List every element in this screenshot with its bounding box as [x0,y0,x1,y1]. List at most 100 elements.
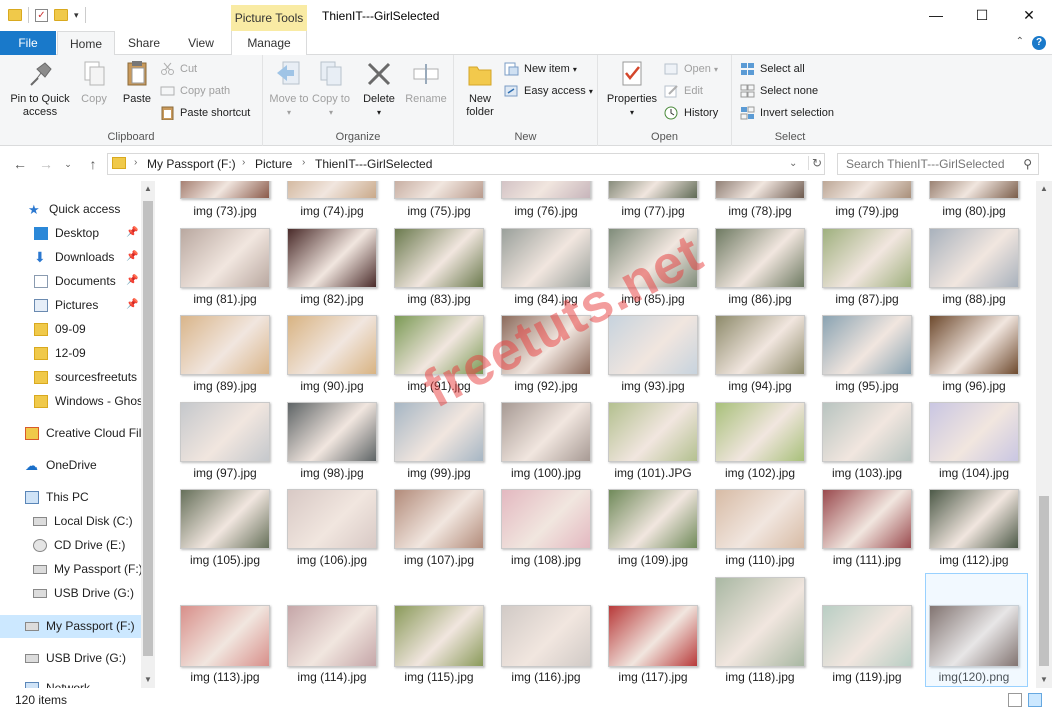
image-thumbnail[interactable] [287,228,377,288]
image-thumbnail[interactable] [287,315,377,375]
image-thumbnail[interactable] [608,181,698,199]
breadcrumb-my-passport[interactable]: My Passport (F:) [147,157,236,171]
image-thumbnail[interactable] [929,489,1019,549]
scroll-down-icon[interactable]: ▼ [141,672,155,688]
image-thumbnail[interactable] [394,489,484,549]
nav-documents[interactable]: Documents 📌 [34,270,140,292]
breadcrumb-chevron-icon[interactable]: › [242,157,245,168]
scroll-up-icon[interactable]: ▲ [141,181,155,197]
recent-locations-chevron-icon[interactable]: ⌄ [58,154,78,174]
image-thumbnail[interactable] [929,228,1019,288]
image-thumbnail[interactable] [715,402,805,462]
image-thumbnail[interactable] [501,605,591,667]
back-arrow-icon[interactable]: ← [10,154,30,174]
tab-file[interactable]: File [0,31,56,55]
image-thumbnail[interactable] [929,315,1019,375]
forward-arrow-icon[interactable]: → [36,154,56,174]
up-arrow-icon[interactable]: ↑ [83,154,103,174]
image-thumbnail[interactable] [608,402,698,462]
image-thumbnail[interactable] [822,402,912,462]
invert-selection-button[interactable]: Invert selection [740,103,834,123]
image-thumbnail[interactable] [394,402,484,462]
image-thumbnail[interactable] [287,181,377,199]
minimize-button[interactable]: — [913,0,959,31]
properties-qat-icon[interactable]: ✓ [35,8,48,22]
image-thumbnail[interactable] [715,577,805,667]
breadcrumb-chevron-icon[interactable]: › [134,157,137,168]
image-thumbnail[interactable] [394,181,484,199]
copy-button[interactable]: Copy [76,59,112,106]
address-dropdown-chevron-icon[interactable]: ⌄ [789,158,797,169]
move-to-button[interactable]: Move to ▾ [269,59,309,119]
copy-path-button[interactable]: Copy path [160,81,230,101]
image-thumbnail[interactable] [822,228,912,288]
image-thumbnail[interactable] [180,605,270,667]
pin-icon[interactable]: 📌 [126,222,138,244]
image-thumbnail[interactable] [608,605,698,667]
image-thumbnail[interactable] [822,315,912,375]
large-icons-view-icon[interactable] [1028,693,1042,707]
image-thumbnail[interactable] [822,489,912,549]
select-none-button[interactable]: Select none [740,81,818,101]
image-thumbnail[interactable] [608,489,698,549]
pin-icon[interactable]: 📌 [126,270,138,292]
image-thumbnail[interactable] [822,181,912,199]
easy-access-button[interactable]: Easy access ▾ [504,81,593,101]
tab-share[interactable]: Share [118,31,170,55]
new-folder-qat-icon[interactable] [54,9,68,21]
image-thumbnail[interactable] [608,228,698,288]
image-thumbnail[interactable] [715,489,805,549]
image-thumbnail[interactable] [501,181,591,199]
image-thumbnail[interactable] [180,489,270,549]
nav-scrollbar-thumb[interactable] [143,201,153,656]
breadcrumb-chevron-icon[interactable]: › [302,157,305,168]
pin-icon[interactable]: 📌 [126,246,138,268]
customize-qat-chevron-icon[interactable]: ▾ [74,10,79,21]
breadcrumb-current-folder[interactable]: ThienIT---GirlSelected [315,157,432,171]
tab-home[interactable]: Home [57,31,115,56]
image-thumbnail[interactable] [715,228,805,288]
image-thumbnail[interactable] [180,228,270,288]
close-button[interactable]: ✕ [1006,0,1052,31]
copy-to-button[interactable]: Copy to ▾ [311,59,351,119]
new-folder-button[interactable]: New folder [460,59,500,119]
nav-desktop[interactable]: Desktop 📌 [34,222,140,244]
image-thumbnail[interactable] [180,402,270,462]
image-thumbnail[interactable] [287,402,377,462]
details-view-icon[interactable] [1008,693,1022,707]
image-thumbnail[interactable] [715,181,805,199]
image-thumbnail[interactable] [608,315,698,375]
content-scrollbar[interactable]: ▲ ▼ [1036,181,1052,688]
tab-view[interactable]: View [176,31,226,55]
image-thumbnail[interactable] [929,402,1019,462]
image-thumbnail[interactable] [822,605,912,667]
search-input[interactable] [838,154,1008,174]
delete-button[interactable]: Delete ▾ [359,59,399,119]
image-thumbnail[interactable] [394,228,484,288]
edit-button[interactable]: Edit [664,81,703,101]
image-thumbnail[interactable] [715,315,805,375]
address-bar[interactable]: › My Passport (F:) › Picture › ThienIT--… [107,153,825,175]
image-thumbnail[interactable] [394,315,484,375]
paste-button[interactable]: Paste [116,59,158,106]
image-thumbnail[interactable] [394,605,484,667]
image-thumbnail[interactable] [501,315,591,375]
nav-scrollbar[interactable]: ▲ ▼ [141,181,155,688]
image-thumbnail[interactable] [180,181,270,199]
nav-pictures[interactable]: Pictures 📌 [34,294,140,316]
select-all-button[interactable]: Select all [740,59,805,79]
new-item-button[interactable]: New item ▾ [504,59,577,79]
pin-icon[interactable]: 📌 [126,294,138,316]
cut-button[interactable]: Cut [160,59,197,79]
pin-to-quick-access-button[interactable]: Pin to Quick access [6,59,74,119]
tab-manage[interactable]: Manage [231,31,307,55]
refresh-icon[interactable]: ↻ [808,156,822,170]
image-thumbnail[interactable] [929,181,1019,199]
history-button[interactable]: History [664,103,718,123]
help-icon[interactable]: ? [1032,36,1046,50]
search-icon[interactable]: ⚲ [1023,157,1032,171]
image-thumbnail[interactable] [501,228,591,288]
rename-button[interactable]: Rename [403,59,449,106]
collapse-ribbon-chevron-icon[interactable]: ⌃ [1016,36,1024,47]
image-thumbnail[interactable] [501,489,591,549]
